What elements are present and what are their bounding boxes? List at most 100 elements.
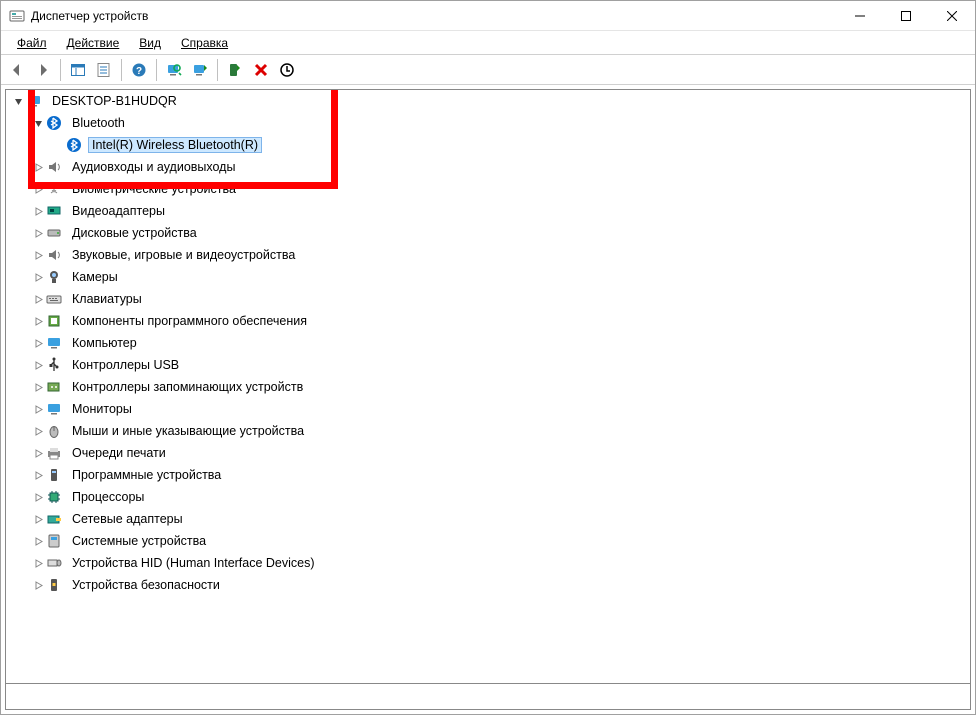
cpu-icon	[46, 489, 62, 505]
tree-item-disk[interactable]: Дисковые устройства	[10, 222, 970, 244]
scan-hardware-button[interactable]	[162, 58, 186, 82]
system-device-icon	[46, 533, 62, 549]
chevron-right-icon[interactable]	[30, 533, 46, 549]
chevron-right-icon[interactable]	[30, 445, 46, 461]
tree-item-camera[interactable]: Камеры	[10, 266, 970, 288]
toolbar-separator	[156, 59, 157, 81]
software-device-icon	[46, 467, 62, 483]
tree-item-hid[interactable]: Устройства HID (Human Interface Devices)	[10, 552, 970, 574]
toolbar-separator	[60, 59, 61, 81]
chevron-down-icon[interactable]	[10, 93, 26, 109]
chevron-right-icon[interactable]	[30, 269, 46, 285]
tree-item-label: Bluetooth	[68, 115, 129, 131]
tree-item-display[interactable]: Видеоадаптеры	[10, 200, 970, 222]
disable-device-button[interactable]	[275, 58, 299, 82]
monitor-icon	[46, 401, 62, 417]
enable-device-button[interactable]	[223, 58, 247, 82]
chevron-right-icon[interactable]	[30, 225, 46, 241]
network-adapter-icon	[46, 511, 62, 527]
tree-item-label: Мыши и иные указывающие устройства	[68, 423, 308, 439]
printer-icon	[46, 445, 62, 461]
tree-item-usb[interactable]: Контроллеры USB	[10, 354, 970, 376]
chevron-right-icon[interactable]	[30, 313, 46, 329]
tree-item-software[interactable]: Компоненты программного обеспечения	[10, 310, 970, 332]
tree-item-biometric[interactable]: Биометрические устройства	[10, 178, 970, 200]
tree-item-network[interactable]: Сетевые адаптеры	[10, 508, 970, 530]
nav-forward-button[interactable]	[31, 58, 55, 82]
tree-item-cpu[interactable]: Процессоры	[10, 486, 970, 508]
tree-item-label: Звуковые, игровые и видеоустройства	[68, 247, 299, 263]
chevron-right-icon[interactable]	[30, 247, 46, 263]
tree-item-label: Аудиовходы и аудиовыходы	[68, 159, 239, 175]
tree-item-bluetooth-device[interactable]: Intel(R) Wireless Bluetooth(R)	[10, 134, 970, 156]
tree-item-storage-controllers[interactable]: Контроллеры запоминающих устройств	[10, 376, 970, 398]
uninstall-device-button[interactable]	[249, 58, 273, 82]
device-tree-pane[interactable]: DESKTOP-B1HUDQR Bluetooth Intel(R) Wirel…	[5, 89, 971, 684]
chevron-right-icon[interactable]	[30, 401, 46, 417]
computer-icon	[46, 335, 62, 351]
help-button[interactable]: ?	[127, 58, 151, 82]
minimize-button[interactable]	[837, 1, 883, 30]
show-hide-console-button[interactable]	[66, 58, 90, 82]
menu-view[interactable]: Вид	[129, 33, 171, 53]
tree-item-label: Процессоры	[68, 489, 148, 505]
chevron-right-icon[interactable]	[30, 577, 46, 593]
fingerprint-icon	[46, 181, 62, 197]
toolbar-separator	[121, 59, 122, 81]
window-controls	[837, 1, 975, 30]
chevron-right-icon[interactable]	[30, 555, 46, 571]
titlebar: Диспетчер устройств	[1, 1, 975, 31]
chevron-right-icon[interactable]	[30, 335, 46, 351]
nav-back-button[interactable]	[5, 58, 29, 82]
chevron-right-icon[interactable]	[30, 423, 46, 439]
maximize-button[interactable]	[883, 1, 929, 30]
tree-item-bluetooth[interactable]: Bluetooth	[10, 112, 970, 134]
tree-item-computer[interactable]: Компьютер	[10, 332, 970, 354]
tree-item-firmware[interactable]: Программные устройства	[10, 464, 970, 486]
chevron-right-icon[interactable]	[30, 489, 46, 505]
chevron-right-icon[interactable]	[30, 291, 46, 307]
speaker-icon	[46, 159, 62, 175]
usb-icon	[46, 357, 62, 373]
menu-help[interactable]: Справка	[171, 33, 238, 53]
chevron-right-icon[interactable]	[30, 379, 46, 395]
tree-root[interactable]: DESKTOP-B1HUDQR	[10, 90, 970, 112]
tree-item-label: Мониторы	[68, 401, 136, 417]
tree-item-label: Intel(R) Wireless Bluetooth(R)	[88, 137, 262, 153]
camera-icon	[46, 269, 62, 285]
tree-item-audio[interactable]: Аудиовходы и аудиовыходы	[10, 156, 970, 178]
chevron-right-icon[interactable]	[30, 467, 46, 483]
tree-item-keyboard[interactable]: Клавиатуры	[10, 288, 970, 310]
chevron-down-icon[interactable]	[30, 115, 46, 131]
computer-icon	[26, 93, 42, 109]
storage-controller-icon	[46, 379, 62, 395]
bluetooth-icon	[46, 115, 62, 131]
device-tree: DESKTOP-B1HUDQR Bluetooth Intel(R) Wirel…	[6, 90, 970, 602]
tree-root-label: DESKTOP-B1HUDQR	[48, 93, 181, 109]
menu-action[interactable]: Действие	[57, 33, 130, 53]
tree-item-mouse[interactable]: Мыши и иные указывающие устройства	[10, 420, 970, 442]
tree-item-print-queue[interactable]: Очереди печати	[10, 442, 970, 464]
app-icon	[9, 8, 25, 24]
chevron-right-icon[interactable]	[30, 159, 46, 175]
menu-file[interactable]: Файл	[7, 33, 57, 53]
tree-item-sound[interactable]: Звуковые, игровые и видеоустройства	[10, 244, 970, 266]
tree-item-label: Камеры	[68, 269, 122, 285]
bluetooth-icon	[66, 137, 82, 153]
tree-item-system[interactable]: Системные устройства	[10, 530, 970, 552]
tree-item-monitor[interactable]: Мониторы	[10, 398, 970, 420]
properties-button[interactable]	[92, 58, 116, 82]
close-button[interactable]	[929, 1, 975, 30]
tree-item-security[interactable]: Устройства безопасности	[10, 574, 970, 596]
tree-item-label: Компоненты программного обеспечения	[68, 313, 311, 329]
window-title: Диспетчер устройств	[31, 9, 837, 23]
update-driver-button[interactable]	[188, 58, 212, 82]
chevron-right-icon[interactable]	[30, 203, 46, 219]
tree-item-label: Сетевые адаптеры	[68, 511, 187, 527]
chevron-right-icon[interactable]	[30, 357, 46, 373]
svg-text:?: ?	[136, 66, 142, 77]
tree-item-label: Устройства безопасности	[68, 577, 224, 593]
chevron-right-icon[interactable]	[30, 511, 46, 527]
chevron-right-icon[interactable]	[30, 181, 46, 197]
tree-item-label: Очереди печати	[68, 445, 170, 461]
